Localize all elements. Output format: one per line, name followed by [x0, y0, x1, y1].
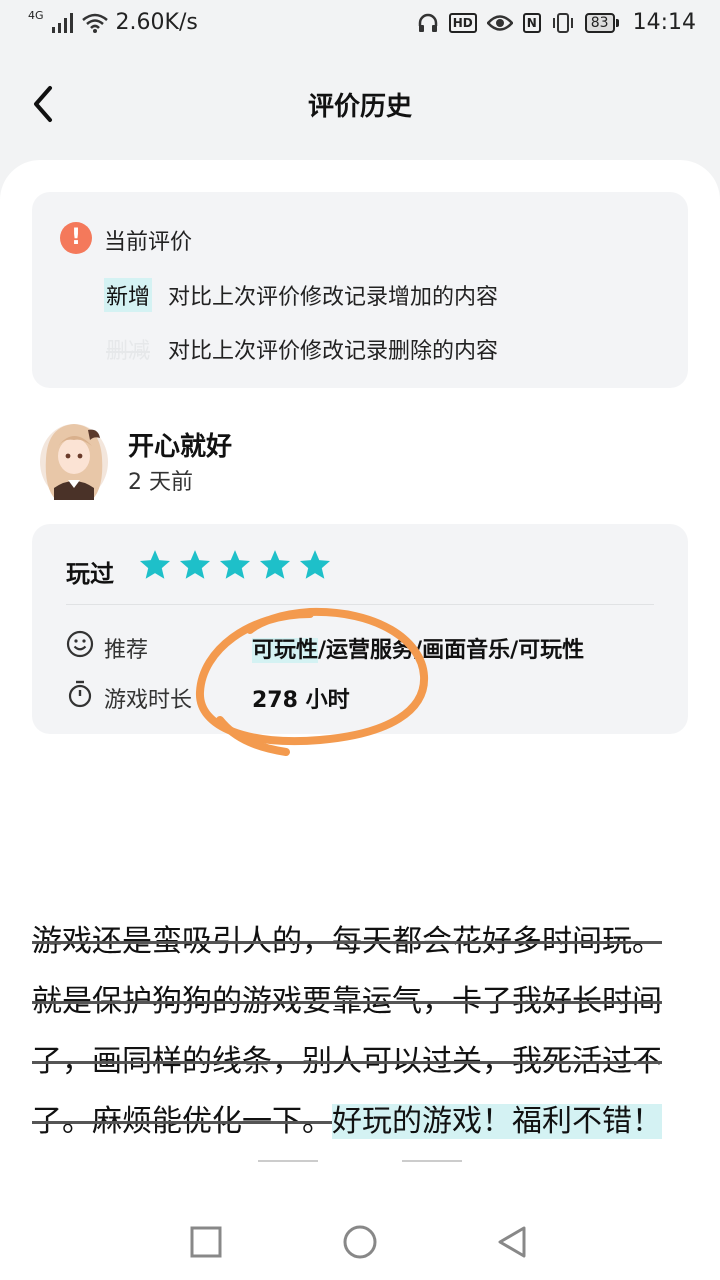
exclamation-icon: !	[60, 222, 92, 254]
rating-card: 玩过 推荐 可玩性/运营服务/画面音乐/可玩性 游戏时长 278 小时	[32, 524, 688, 734]
page-title: 评价历史	[307, 92, 412, 122]
navigation-bar	[0, 1200, 720, 1280]
recommend-tags: /运营服务/画面音乐/可玩性	[318, 638, 585, 663]
back-nav-button[interactable]	[492, 1222, 532, 1262]
deleted-tag: 删减	[106, 339, 151, 364]
deleted-description: 对比上次评价修改记录删除的内容	[168, 339, 499, 364]
network-speed: 2.60K/s	[115, 10, 198, 35]
added-tag: 新增	[104, 278, 153, 312]
review-time: 2 天前	[128, 470, 193, 495]
user-row[interactable]: 开心就好 2 天前	[36, 418, 656, 502]
nfc-icon: N	[522, 12, 541, 33]
avatar[interactable]	[36, 418, 112, 502]
home-button[interactable]	[340, 1222, 380, 1262]
recommend-added-tag: 可玩性	[252, 638, 319, 663]
square-icon	[190, 1226, 222, 1258]
page-indicator	[0, 1160, 720, 1164]
legend-card: ! 当前评价 新增 对比上次评价修改记录增加的内容 删减 对比上次评价修改记录删…	[32, 192, 688, 388]
star-rating	[138, 548, 332, 582]
username[interactable]: 开心就好	[128, 426, 232, 463]
review-added-text: 好玩的游戏！福利不错！	[332, 1104, 662, 1139]
signal-icon	[51, 12, 74, 33]
playtime-value: 278 小时	[252, 688, 350, 713]
circle-icon	[343, 1225, 377, 1259]
recommend-label: 推荐	[104, 638, 149, 663]
divider	[66, 604, 654, 605]
hd-icon: HD	[448, 12, 477, 33]
star-icon	[179, 550, 211, 579]
battery-icon: 83	[584, 12, 619, 33]
star-icon	[299, 550, 331, 579]
star-icon	[259, 550, 291, 579]
battery-level: 83	[584, 12, 615, 33]
legend-title: 当前评价	[104, 230, 193, 255]
playtime-label: 游戏时长	[104, 688, 193, 713]
wifi-icon	[81, 13, 108, 33]
top-bar: 评价历史	[0, 60, 720, 150]
stopwatch-icon	[66, 680, 94, 708]
recommend-value: 可玩性/运营服务/画面音乐/可玩性	[252, 632, 584, 664]
recent-apps-button[interactable]	[186, 1222, 226, 1262]
legend-added-row: 新增 对比上次评价修改记录增加的内容	[104, 278, 498, 312]
star-icon	[219, 550, 251, 579]
star-icon	[139, 550, 171, 579]
clock: 14:14	[632, 10, 696, 35]
content-sheet: ! 当前评价 新增 对比上次评价修改记录增加的内容 删减 对比上次评价修改记录删…	[0, 160, 720, 1280]
added-description: 对比上次评价修改记录增加的内容	[168, 285, 499, 310]
network-type: 4G	[28, 9, 44, 22]
legend-deleted-row: 删减 对比上次评价修改记录删除的内容	[104, 332, 498, 366]
smile-icon	[66, 630, 94, 658]
vibrate-icon	[551, 12, 575, 34]
triangle-back-icon	[498, 1226, 526, 1258]
headphones-icon	[417, 12, 439, 34]
review-text: 游戏还是蛮吸引人的，每天都会花好多时间玩。就是保护狗狗的游戏要靠运气，卡了我好长…	[32, 912, 688, 1152]
status-bar: 4G 2.60K/s HD N 83 14:14	[0, 0, 720, 50]
eye-icon	[486, 14, 513, 32]
played-label: 玩过	[66, 560, 114, 588]
